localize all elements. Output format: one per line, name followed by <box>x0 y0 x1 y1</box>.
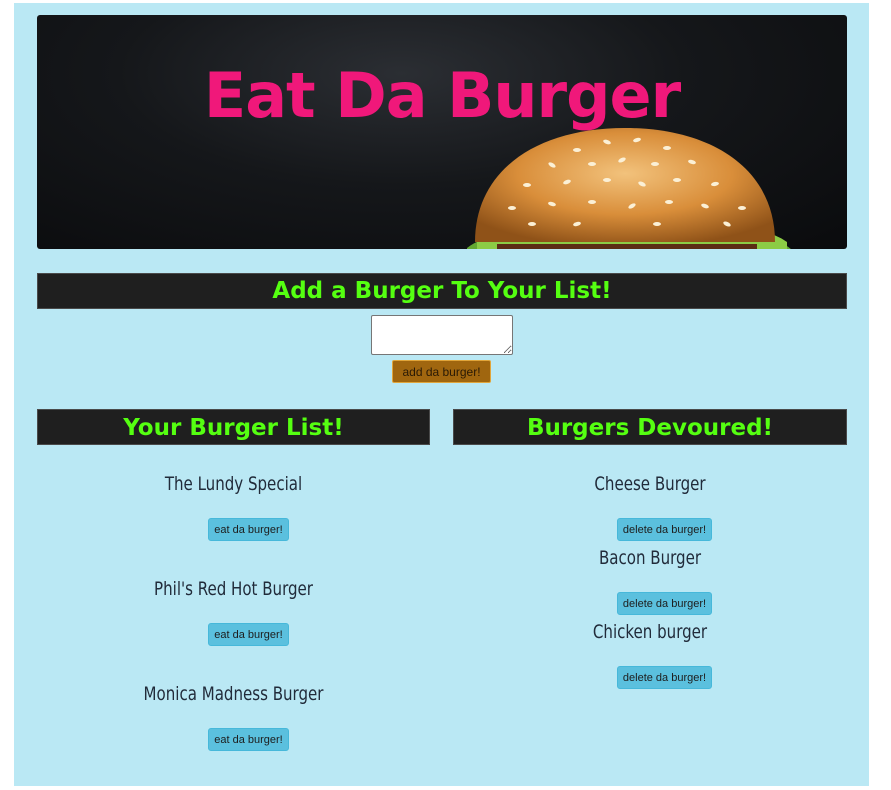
burger-item-name: Monica Madness Burger <box>143 683 324 705</box>
eat-burger-button[interactable]: eat da burger! <box>208 623 289 646</box>
add-burger-heading: Add a Burger To Your List! <box>37 273 847 309</box>
devoured-heading: Burgers Devoured! <box>453 409 847 445</box>
delete-burger-button[interactable]: delete da burger! <box>617 592 712 615</box>
add-burger-button[interactable]: add da burger! <box>392 360 491 383</box>
delete-burger-button[interactable]: delete da burger! <box>617 666 712 689</box>
devoured-item-name: Chicken burger <box>592 621 708 643</box>
burger-item-name: The Lundy Special <box>164 473 303 495</box>
hero-banner: Eat Da Burger <box>37 15 847 249</box>
page-title: Eat Da Burger <box>203 59 681 132</box>
page-container: Eat Da Burger Add a Burger To Your List!… <box>14 3 869 786</box>
burger-name-input[interactable] <box>371 315 513 355</box>
devoured-item-name: Bacon Burger <box>598 547 702 569</box>
eat-burger-button[interactable]: eat da burger! <box>208 728 289 751</box>
burger-list-heading: Your Burger List! <box>37 409 430 445</box>
burger-image <box>467 128 791 249</box>
eat-burger-button[interactable]: eat da burger! <box>208 518 289 541</box>
delete-burger-button[interactable]: delete da burger! <box>617 518 712 541</box>
devoured-item-name: Cheese Burger <box>594 473 706 495</box>
burger-item-name: Phil's Red Hot Burger <box>154 578 313 600</box>
